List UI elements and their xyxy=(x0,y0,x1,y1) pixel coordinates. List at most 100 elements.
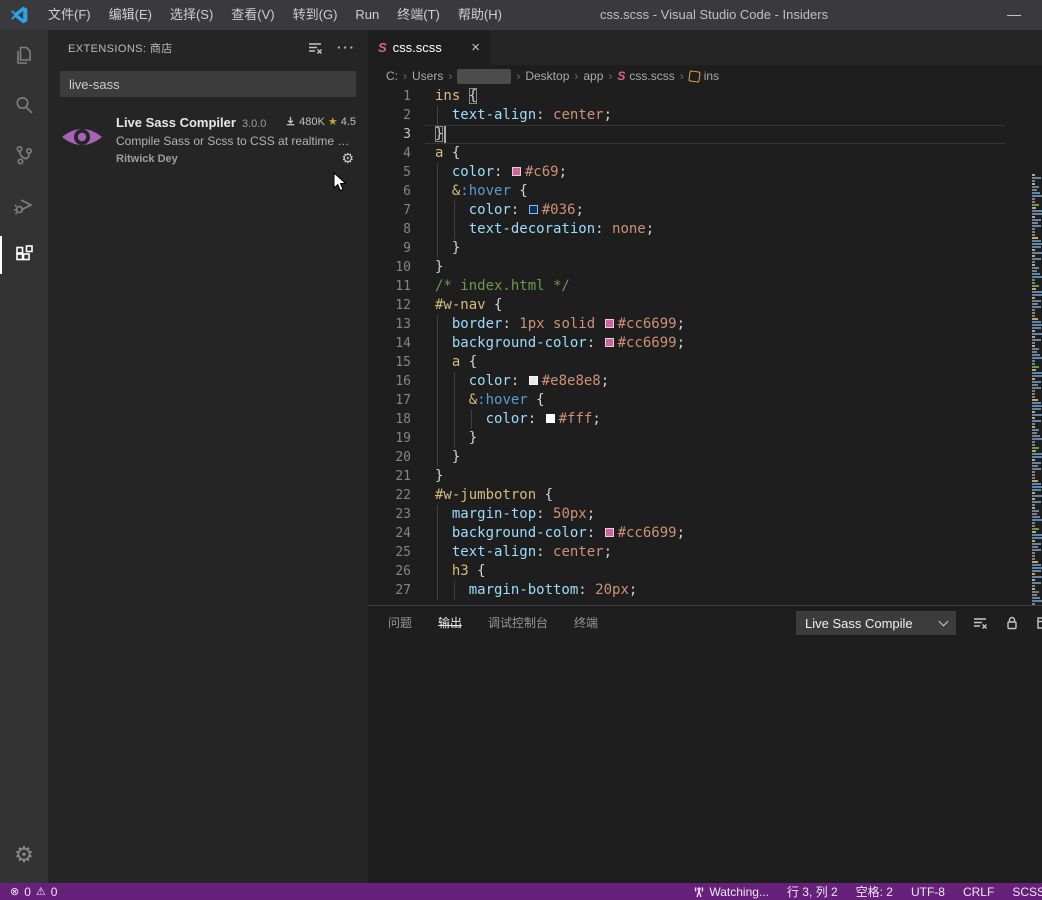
clear-output-icon[interactable] xyxy=(972,615,988,631)
minimap-line xyxy=(1032,393,1035,395)
search-icon[interactable] xyxy=(0,80,48,130)
breadcrumb-file[interactable]: css.scss xyxy=(629,69,674,83)
settings-gear-icon[interactable]: ⚙ xyxy=(0,835,48,875)
code-line[interactable]: 13 border: 1px solid #cc6699; xyxy=(368,315,1042,334)
menu-item[interactable]: 文件(F) xyxy=(39,0,100,30)
code-line[interactable]: 16 color: #e8e8e8; xyxy=(368,372,1042,391)
menu-item[interactable]: 编辑(E) xyxy=(100,0,161,30)
source-control-icon[interactable] xyxy=(0,130,48,180)
breadcrumb-drive[interactable]: C: xyxy=(386,69,398,83)
code-line[interactable]: 24 background-color: #cc6699; xyxy=(368,524,1042,543)
line-number: 21 xyxy=(368,467,411,486)
code-line[interactable]: 26 h3 { xyxy=(368,562,1042,581)
code-line[interactable]: 15 a { xyxy=(368,353,1042,372)
minimap-line xyxy=(1032,174,1035,176)
code-line[interactable]: 10} xyxy=(368,258,1042,277)
code-line[interactable]: 5 color: #c69; xyxy=(368,163,1042,182)
code-line[interactable]: 19 } xyxy=(368,429,1042,448)
panel-tab[interactable]: 输出 xyxy=(438,616,462,630)
code-line[interactable]: 25 text-align: center; xyxy=(368,543,1042,562)
breadcrumb-desktop[interactable]: Desktop xyxy=(525,69,569,83)
menu-item[interactable]: 查看(V) xyxy=(222,0,283,30)
code-line[interactable]: 6 &:hover { xyxy=(368,182,1042,201)
clear-search-results-icon[interactable] xyxy=(307,40,323,56)
tab-css-scss[interactable]: S css.scss × xyxy=(368,30,490,65)
panel-tab[interactable]: 调试控制台 xyxy=(488,616,548,630)
explorer-icon[interactable] xyxy=(0,30,48,80)
run-debug-icon[interactable] xyxy=(0,180,48,230)
extension-manage-gear-icon[interactable]: ⚙ xyxy=(341,150,354,167)
menu-item[interactable]: Run xyxy=(346,0,388,30)
language-indicator[interactable]: SCSS xyxy=(1012,885,1042,899)
tab-close-icon[interactable]: × xyxy=(471,39,480,56)
code-line[interactable]: 8 text-decoration: none; xyxy=(368,220,1042,239)
chevron-icon: › xyxy=(608,69,612,83)
minimap-line xyxy=(1032,441,1035,443)
sass-watching-status[interactable]: Watching... xyxy=(693,885,769,899)
color-swatch[interactable] xyxy=(512,167,521,176)
menu-item[interactable]: 帮助(H) xyxy=(449,0,511,30)
menu-item[interactable]: 终端(T) xyxy=(388,0,449,30)
maximize-panel-icon[interactable] xyxy=(1036,615,1042,631)
breadcrumb-symbol[interactable]: ins xyxy=(704,69,719,83)
encoding-indicator[interactable]: UTF-8 xyxy=(911,885,945,899)
minimap-line xyxy=(1032,537,1042,539)
minimap-line xyxy=(1032,582,1041,584)
code-line[interactable]: 1ins { xyxy=(368,87,1042,106)
more-actions-icon[interactable]: ··· xyxy=(337,40,356,55)
code-line[interactable]: 21} xyxy=(368,467,1042,486)
color-swatch[interactable] xyxy=(605,319,614,328)
code-line[interactable]: 12#w-nav { xyxy=(368,296,1042,315)
menu-item[interactable]: 转到(G) xyxy=(284,0,347,30)
extensions-icon[interactable] xyxy=(0,230,48,280)
minimap-line xyxy=(1032,294,1042,296)
tab-label: css.scss xyxy=(393,40,464,55)
minimap-line xyxy=(1032,177,1041,179)
minimap-line xyxy=(1032,282,1035,284)
extension-name: Live Sass Compiler xyxy=(116,115,236,130)
minimap-line xyxy=(1032,561,1038,563)
minimize-icon[interactable]: — xyxy=(1004,0,1024,28)
color-swatch[interactable] xyxy=(546,414,555,423)
code-token: : xyxy=(587,335,604,351)
code-token: } xyxy=(435,240,460,256)
line-col-indicator[interactable]: 行 3, 列 2 xyxy=(787,883,838,900)
minimap-line xyxy=(1032,513,1037,515)
code-line[interactable]: 11/* index.html */ xyxy=(368,277,1042,296)
indent-guide xyxy=(437,543,438,562)
code-line[interactable]: 17 &:hover { xyxy=(368,391,1042,410)
lock-scroll-icon[interactable] xyxy=(1004,615,1020,631)
problems-status[interactable]: ⊗ 0 ⚠ 0 xyxy=(10,885,57,899)
code-line[interactable]: 22#w-jumbotron { xyxy=(368,486,1042,505)
code-editor[interactable]: 1ins {2 text-align: center;3}4a {5 color… xyxy=(368,87,1042,605)
code-line[interactable]: 3} xyxy=(368,125,1042,144)
code-line[interactable]: 14 background-color: #cc6699; xyxy=(368,334,1042,353)
color-swatch[interactable] xyxy=(529,205,538,214)
code-line[interactable]: 7 color: #036; xyxy=(368,201,1042,220)
code-token: :hover xyxy=(477,392,528,408)
color-swatch[interactable] xyxy=(605,338,614,347)
extension-list-item[interactable]: Live Sass Compiler 3.0.0 480K ★ 4.5 Comp… xyxy=(48,107,368,173)
color-swatch[interactable] xyxy=(605,528,614,537)
indent-guide xyxy=(437,182,438,201)
breadcrumb-users[interactable]: Users xyxy=(412,69,443,83)
output-channel-select[interactable]: Live Sass Compile xyxy=(796,611,956,635)
code-token: { xyxy=(469,563,486,579)
code-line[interactable]: 23 margin-top: 50px; xyxy=(368,505,1042,524)
breadcrumb-username-redacted[interactable] xyxy=(457,69,511,84)
extension-search-input[interactable] xyxy=(60,71,356,97)
code-token xyxy=(460,88,468,104)
code-line[interactable]: 20 } xyxy=(368,448,1042,467)
menu-item[interactable]: 选择(S) xyxy=(161,0,222,30)
eol-indicator[interactable]: CRLF xyxy=(963,885,994,899)
panel-tab[interactable]: 终端 xyxy=(574,616,598,630)
color-swatch[interactable] xyxy=(529,376,538,385)
panel-tab[interactable]: 问题 xyxy=(388,616,412,630)
code-line[interactable]: 2 text-align: center; xyxy=(368,106,1042,125)
code-line[interactable]: 9 } xyxy=(368,239,1042,258)
code-line[interactable]: 4a { xyxy=(368,144,1042,163)
code-line[interactable]: 27 margin-bottom: 20px; xyxy=(368,581,1042,600)
breadcrumb-app[interactable]: app xyxy=(583,69,603,83)
indentation-indicator[interactable]: 空格: 2 xyxy=(856,883,893,900)
code-line[interactable]: 18 color: #fff; xyxy=(368,410,1042,429)
